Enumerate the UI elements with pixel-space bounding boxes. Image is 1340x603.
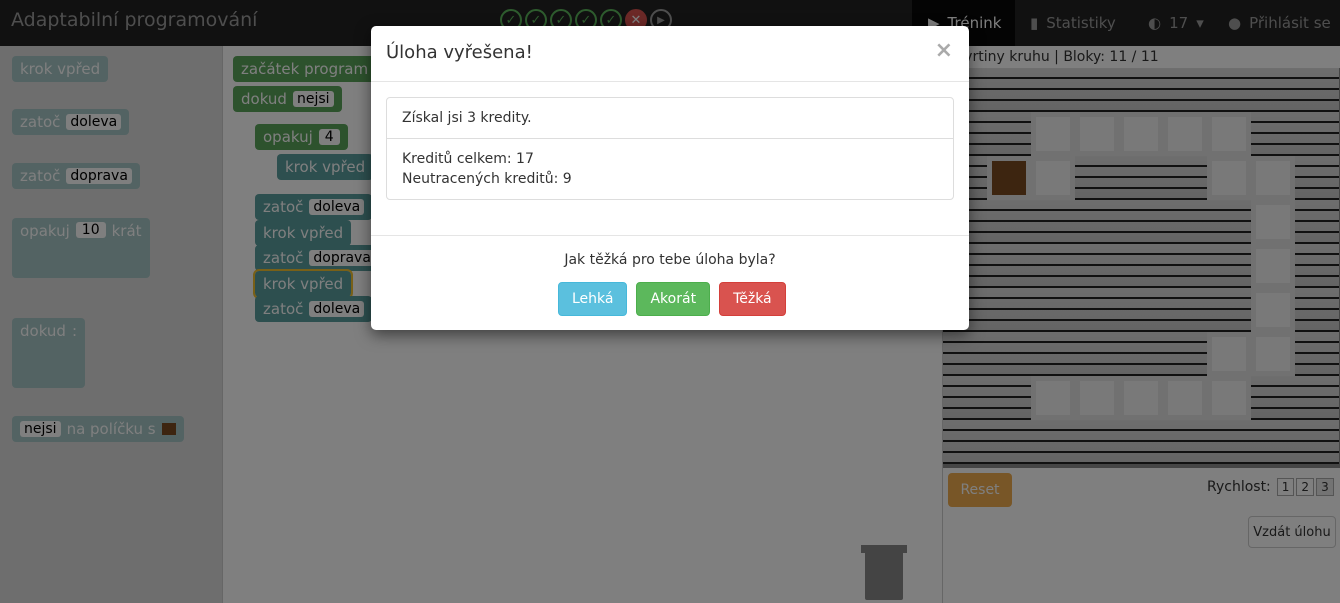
list-item: Získal jsi 3 kredity. <box>387 98 953 138</box>
close-icon[interactable]: × <box>935 38 953 63</box>
easy-button[interactable]: Lehká <box>558 282 628 316</box>
unspent-credits: Neutracených kreditů: 9 <box>402 171 572 187</box>
difficulty-question: Jak těžká pro tebe úloha byla? <box>564 252 776 268</box>
credits-summary: Získal jsi 3 kredity. Kreditů celkem: 17… <box>386 97 954 200</box>
just-right-button[interactable]: Akorát <box>636 282 711 316</box>
modal-footer: Jak těžká pro tebe úloha byla? Lehká Ako… <box>371 235 969 330</box>
list-item: Kreditů celkem: 17 Neutracených kreditů:… <box>387 138 953 199</box>
task-solved-modal: Úloha vyřešena! × Získal jsi 3 kredity. … <box>371 26 969 330</box>
modal-title: Úloha vyřešena! <box>386 42 533 63</box>
difficulty-buttons: Lehká Akorát Těžká <box>558 282 786 316</box>
modal-header: Úloha vyřešena! × <box>371 26 969 82</box>
hard-button[interactable]: Těžká <box>719 282 786 316</box>
earned-credits: Získal jsi 3 kredity. <box>402 110 532 126</box>
total-credits: Kreditů celkem: 17 <box>402 151 534 167</box>
